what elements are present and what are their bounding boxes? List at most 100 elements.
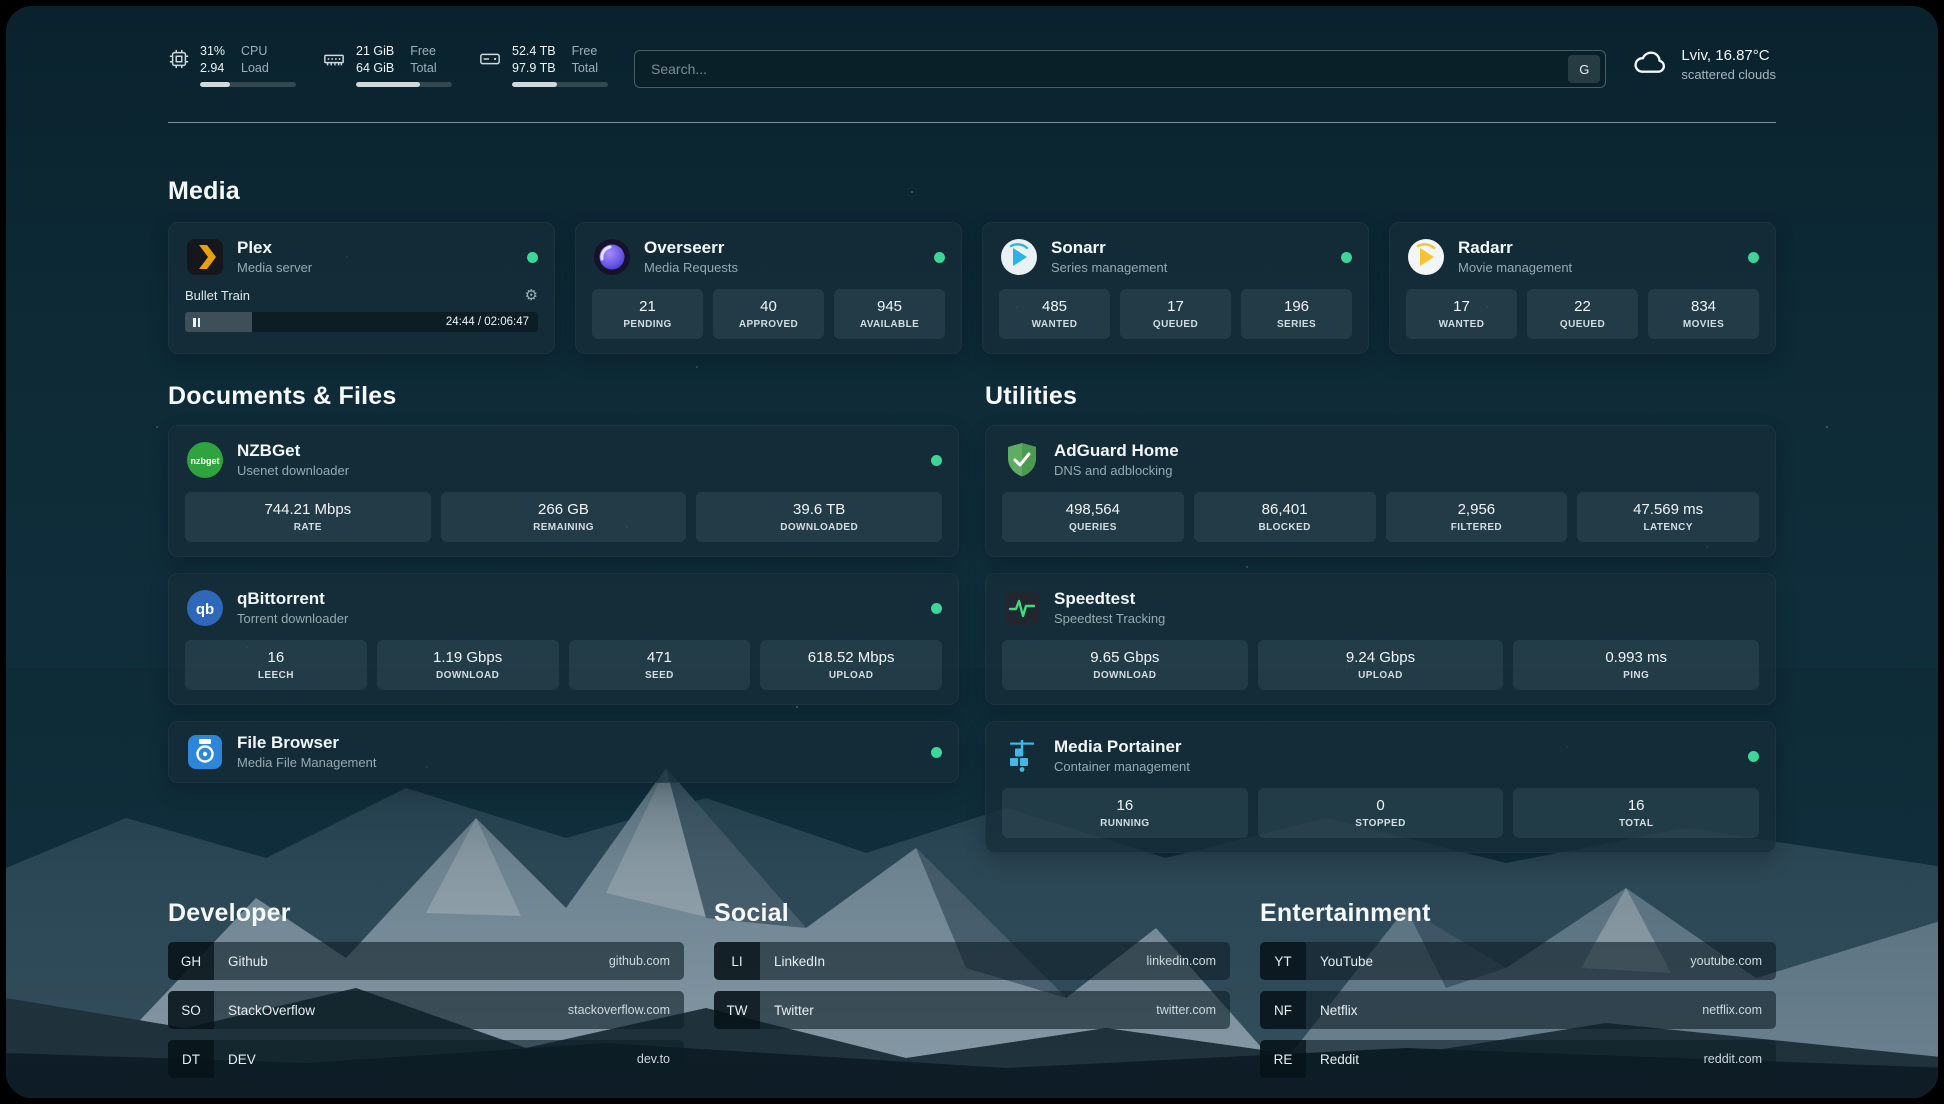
bookmark-dev[interactable]: DT DEV dev.to <box>168 1040 684 1078</box>
stat-available: 945 AVAILABLE <box>834 289 945 339</box>
service-card-portainer[interactable]: Media Portainer Container management 16 … <box>985 721 1776 853</box>
service-name: Speedtest <box>1054 590 1165 609</box>
bookmark-name: LinkedIn <box>774 954 825 969</box>
memory-total-label: Total <box>410 61 436 75</box>
memory-total-value: 64 GiB <box>356 61 394 75</box>
memory-free-label: Free <box>410 44 436 58</box>
service-name: Overseerr <box>644 239 738 258</box>
weather-location: Lviv, 16.87°C <box>1681 47 1776 64</box>
stat-queries: 498,564 QUERIES <box>1002 492 1184 542</box>
section-title-documents: Documents & Files <box>168 382 959 411</box>
bookmark-group-title: Developer <box>168 899 684 928</box>
service-card-sonarr[interactable]: Sonarr Series management 485 WANTED 17 Q… <box>982 222 1369 354</box>
gear-icon[interactable]: ⚙ <box>525 286 538 304</box>
stat-stopped: 0 STOPPED <box>1258 788 1504 838</box>
service-description: Container management <box>1054 759 1190 774</box>
service-card-overseerr[interactable]: Overseerr Media Requests 21 PENDING 40 A… <box>575 222 962 354</box>
service-card-adguard[interactable]: AdGuard Home DNS and adblocking 498,564 … <box>985 425 1776 557</box>
stat-filtered: 2,956 FILTERED <box>1386 492 1568 542</box>
svg-text:qb: qb <box>196 601 214 618</box>
portainer-icon <box>1002 736 1042 776</box>
section-title-utilities: Utilities <box>985 382 1776 411</box>
bookmark-url: twitter.com <box>1156 1003 1216 1017</box>
service-name: Media Portainer <box>1054 738 1190 757</box>
bookmark-name: Twitter <box>774 1003 814 1018</box>
now-playing-title: Bullet Train <box>185 288 250 303</box>
service-card-nzbget[interactable]: nzbget NZBGet Usenet downloader 74 <box>168 425 959 557</box>
bookmark-group-title: Social <box>714 899 1230 928</box>
weather-widget: Lviv, 16.87°C scattered clouds <box>1632 47 1776 82</box>
bookmark-name: Netflix <box>1320 1003 1358 1018</box>
service-description: Speedtest Tracking <box>1054 611 1165 626</box>
bookmark-youtube[interactable]: YT YouTube youtube.com <box>1260 942 1776 980</box>
service-description: Media Requests <box>644 260 738 275</box>
cpu-percent: 31% <box>200 44 225 58</box>
bookmark-name: StackOverflow <box>228 1003 315 1018</box>
section-title-media: Media <box>168 177 1776 206</box>
bookmark-abbr: SO <box>168 991 214 1029</box>
now-playing-progress-bar[interactable]: 24:44 / 02:06:47 <box>185 312 538 332</box>
bookmark-name: YouTube <box>1320 954 1373 969</box>
search-provider-button[interactable]: G <box>1568 55 1600 83</box>
stat-seed: 471 SEED <box>569 640 751 690</box>
service-card-speedtest[interactable]: Speedtest Speedtest Tracking 9.65 Gbps D… <box>985 573 1776 705</box>
service-description: Torrent downloader <box>237 611 348 626</box>
service-description: Media File Management <box>237 755 376 770</box>
service-name: File Browser <box>237 734 376 753</box>
bookmark-url: dev.to <box>637 1052 670 1066</box>
bookmark-name: Reddit <box>1320 1052 1359 1067</box>
bookmark-group-entertainment: Entertainment YT YouTube youtube.com NF … <box>1260 899 1776 1089</box>
disk-icon <box>478 48 502 87</box>
adguard-icon <box>1002 440 1042 480</box>
cpu-usage-fill <box>200 82 230 87</box>
cloud-icon <box>1632 48 1668 81</box>
stat-download: 1.19 Gbps DOWNLOAD <box>377 640 559 690</box>
memory-monitor: 21 GiB 64 GiB Free Total <box>322 44 452 87</box>
top-bar: 31% 2.94 CPU Load <box>168 44 1776 110</box>
stat-downloaded: 39.6 TB DOWNLOADED <box>696 492 942 542</box>
stat-upload: 618.52 Mbps UPLOAD <box>760 640 942 690</box>
bookmark-linkedin[interactable]: LI LinkedIn linkedin.com <box>714 942 1230 980</box>
storage-total-label: Total <box>572 61 598 75</box>
stat-blocked: 86,401 BLOCKED <box>1194 492 1376 542</box>
bookmark-stackoverflow[interactable]: SO StackOverflow stackoverflow.com <box>168 991 684 1029</box>
documents-column: Documents & Files nzbget <box>168 382 959 853</box>
cpu-monitor: 31% 2.94 CPU Load <box>168 44 296 87</box>
search-input[interactable] <box>649 60 1568 78</box>
stat-wanted: 485 WANTED <box>999 289 1110 339</box>
cpu-chip-icon <box>168 48 190 87</box>
cpu-usage-bar <box>200 82 296 87</box>
bookmark-twitter[interactable]: TW Twitter twitter.com <box>714 991 1230 1029</box>
bookmark-reddit[interactable]: RE Reddit reddit.com <box>1260 1040 1776 1078</box>
storage-free-label: Free <box>572 44 598 58</box>
service-card-qbittorrent[interactable]: qb qBittorrent Torrent downloader <box>168 573 959 705</box>
bookmark-netflix[interactable]: NF Netflix netflix.com <box>1260 991 1776 1029</box>
service-description: Series management <box>1051 260 1167 275</box>
service-name: Plex <box>237 239 312 258</box>
ram-icon <box>322 48 346 87</box>
bookmark-abbr: RE <box>1260 1040 1306 1078</box>
bookmark-name: DEV <box>228 1052 256 1067</box>
stat-download: 9.65 Gbps DOWNLOAD <box>1002 640 1248 690</box>
service-name: AdGuard Home <box>1054 442 1179 461</box>
stat-upload: 9.24 Gbps UPLOAD <box>1258 640 1504 690</box>
cpu-label: CPU <box>241 44 269 58</box>
status-dot <box>931 747 942 758</box>
service-card-filebrowser[interactable]: File Browser Media File Management <box>168 721 959 783</box>
service-card-plex[interactable]: Plex Media server Bullet Train ⚙ 24:44 /… <box>168 222 555 354</box>
dashboard-content: 31% 2.94 CPU Load <box>6 6 1938 1098</box>
cpu-load-value: 2.94 <box>200 61 225 75</box>
pause-icon[interactable] <box>193 318 200 327</box>
service-name: NZBGet <box>237 442 349 461</box>
bookmark-url: netflix.com <box>1702 1003 1762 1017</box>
service-card-radarr[interactable]: Radarr Movie management 17 WANTED 22 QUE… <box>1389 222 1776 354</box>
bookmark-abbr: LI <box>714 942 760 980</box>
bookmark-url: github.com <box>609 954 670 968</box>
bookmark-github[interactable]: GH Github github.com <box>168 942 684 980</box>
bookmark-url: reddit.com <box>1704 1052 1762 1066</box>
nzbget-icon: nzbget <box>185 440 225 480</box>
service-description: Media server <box>237 260 312 275</box>
stat-total: 16 TOTAL <box>1513 788 1759 838</box>
storage-total-value: 97.9 TB <box>512 61 556 75</box>
storage-usage-bar <box>512 82 608 87</box>
